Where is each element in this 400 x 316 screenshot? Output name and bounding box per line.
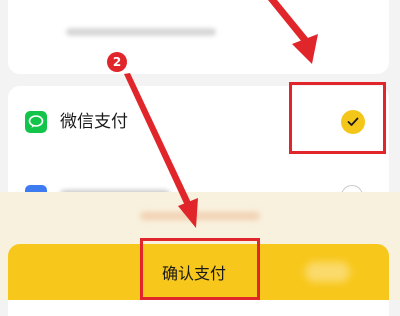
annotation-arrows: [124, 0, 318, 228]
step-number-badge: 2: [107, 52, 127, 72]
annotation-arrow-top: [268, 0, 318, 64]
annotation-arrow-step2: [124, 73, 198, 228]
